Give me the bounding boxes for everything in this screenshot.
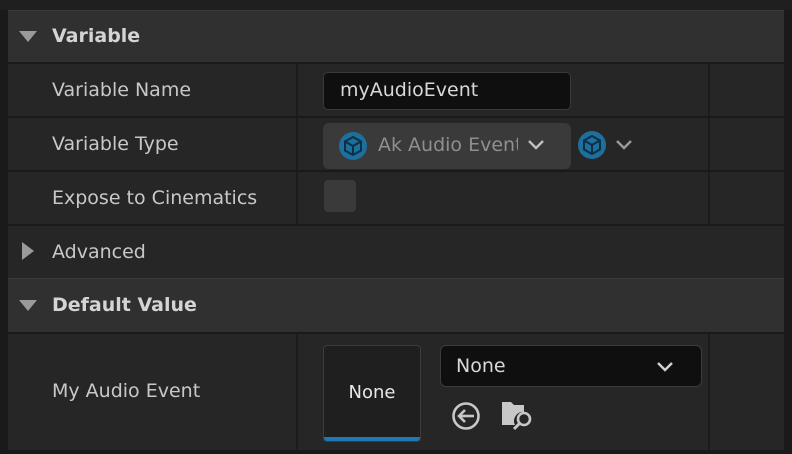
variable-type-label: Ak Audio Event <box>378 134 518 156</box>
use-selected-asset-icon[interactable] <box>450 400 482 432</box>
asset-picker-value: None <box>456 355 506 377</box>
container-type-chevron-down-icon[interactable] <box>614 138 634 152</box>
thumbnail-label: None <box>348 382 396 403</box>
column-divider <box>708 64 710 116</box>
cube-icon <box>339 132 367 160</box>
property-label: My Audio Event <box>52 380 201 402</box>
asset-picker-combo[interactable]: None <box>440 345 702 387</box>
property-row-variable-type: Variable Type Ak Audio Event <box>8 116 784 170</box>
property-label: Variable Name <box>52 79 192 101</box>
column-divider[interactable] <box>296 172 298 224</box>
section-header-variable[interactable]: Variable <box>8 10 784 62</box>
variable-type-dropdown[interactable]: Ak Audio Event <box>323 123 571 169</box>
property-row-expose-to-cinematics: Expose to Cinematics <box>8 170 784 224</box>
collapse-arrow-icon[interactable] <box>19 31 37 42</box>
column-divider[interactable] <box>296 118 298 170</box>
property-row-variable-name: Variable Name myAudioEvent <box>8 62 784 116</box>
column-divider <box>708 334 710 450</box>
column-divider[interactable] <box>296 334 298 450</box>
section-title: Variable <box>52 25 141 47</box>
section-header-advanced[interactable]: Advanced <box>8 224 784 278</box>
asset-thumbnail[interactable]: None <box>323 345 421 442</box>
collapse-arrow-icon[interactable] <box>19 300 37 311</box>
panel-top-strip <box>0 0 792 10</box>
column-divider <box>708 172 710 224</box>
expose-to-cinematics-checkbox[interactable] <box>324 180 356 212</box>
chevron-down-icon <box>657 362 673 372</box>
section-header-default-value[interactable]: Default Value <box>8 278 784 332</box>
thumbnail-accent-bar <box>324 437 420 441</box>
column-divider[interactable] <box>296 64 298 116</box>
section-title: Advanced <box>52 241 146 263</box>
container-type-cube-icon[interactable] <box>578 131 606 159</box>
section-title: Default Value <box>52 294 197 316</box>
expand-arrow-icon[interactable] <box>22 242 34 260</box>
variable-name-input[interactable]: myAudioEvent <box>323 72 571 110</box>
browse-folder-search-icon[interactable] <box>500 398 536 432</box>
property-row-my-audio-event: My Audio Event None None <box>8 332 784 450</box>
column-divider <box>708 118 710 170</box>
chevron-down-icon <box>528 140 544 150</box>
property-label: Expose to Cinematics <box>52 187 258 209</box>
property-label: Variable Type <box>52 133 179 155</box>
